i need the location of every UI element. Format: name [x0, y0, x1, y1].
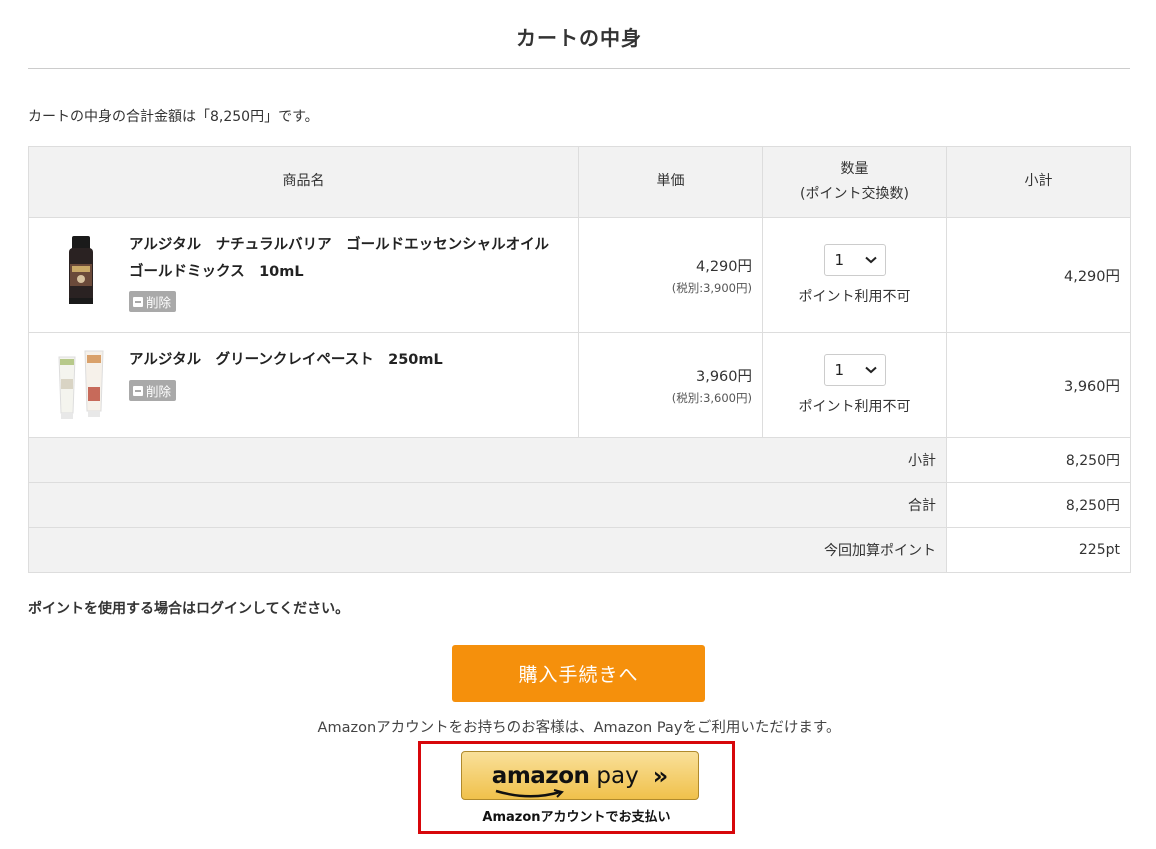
points-label: 今回加算ポイント: [28, 527, 947, 573]
double-chevron-right-icon: »: [652, 761, 669, 790]
quantity-select[interactable]: 1: [823, 244, 886, 276]
delete-label: 削除: [146, 295, 172, 310]
points-value: 225pt: [946, 527, 1131, 573]
amazon-pay-button[interactable]: amazon pay »: [461, 751, 699, 800]
header-product-name: 商品名: [28, 146, 579, 218]
header-quantity: 数量 (ポイント交換数): [762, 146, 947, 218]
pay-wordmark: pay: [596, 762, 639, 789]
cart-item-row: アルジタル ナチュラルバリア ゴールドエッセンシャルオイル ゴールドミックス 1…: [28, 217, 1131, 333]
title-divider: [28, 68, 1130, 69]
unit-price-cell: 3,960円 (税別:3,600円): [578, 332, 763, 438]
header-quantity-label: 数量: [840, 160, 869, 177]
product-image-clay-tubes[interactable]: [53, 349, 109, 421]
subtotal-label: 小計: [28, 437, 947, 483]
minus-icon: [133, 296, 143, 307]
delete-label: 削除: [146, 384, 172, 399]
quantity-value: 1: [834, 361, 845, 379]
unit-price: 3,960円: [695, 368, 752, 385]
quantity-cell: 1 ポイント利用不可: [762, 332, 947, 438]
product-name[interactable]: アルジタル ナチュラルバリア ゴールドエッセンシャルオイル ゴールドミックス 1…: [129, 232, 564, 286]
total-label: 合計: [28, 482, 947, 528]
subtotal-row: 小計 8,250円: [28, 437, 1131, 483]
product-cell: アルジタル ナチュラルバリア ゴールドエッセンシャルオイル ゴールドミックス 1…: [28, 217, 579, 333]
header-unit-price: 単価: [578, 146, 763, 218]
minus-icon: [133, 385, 143, 396]
login-note: ポイントを使用する場合はログインしてください。: [28, 601, 350, 617]
cart-item-row: アルジタル グリーンクレイペースト 250mL 削除 3,960円 (税別:3,…: [28, 332, 1131, 438]
amazon-pay-highlight: amazon pay » Amazonアカウントでお支払い: [418, 741, 735, 834]
unit-price: 4,290円: [695, 258, 752, 275]
page-title: カートの中身: [516, 26, 642, 50]
checkout-button[interactable]: 購入手続きへ: [452, 645, 705, 702]
amazon-pay-caption: Amazonアカウントでお支払い: [482, 810, 671, 825]
subtotal-value: 8,250円: [946, 437, 1131, 483]
unit-price-tax-excluded: (税別:3,900円): [671, 280, 752, 295]
chevron-down-icon: [864, 366, 877, 374]
chevron-down-icon: [864, 256, 877, 264]
item-subtotal: 3,960円: [946, 332, 1131, 438]
product-name[interactable]: アルジタル グリーンクレイペースト 250mL: [129, 347, 564, 374]
cart-summary-text: カートの中身の合計金額は「8,250円」です。: [28, 109, 319, 125]
item-subtotal: 4,290円: [946, 217, 1131, 333]
amazon-smile-icon: [495, 788, 564, 798]
points-row: 今回加算ポイント 225pt: [28, 527, 1131, 573]
delete-button[interactable]: 削除: [129, 380, 177, 401]
header-subtotal: 小計: [946, 146, 1131, 218]
header-quantity-sublabel: (ポイント交換数): [800, 186, 909, 202]
points-note: ポイント利用不可: [798, 289, 911, 305]
table-header-row: 商品名 単価 数量 (ポイント交換数) 小計: [28, 146, 1131, 218]
unit-price-cell: 4,290円 (税別:3,900円): [578, 217, 763, 333]
quantity-select[interactable]: 1: [823, 354, 886, 386]
product-image-oil-bottle[interactable]: [53, 236, 109, 308]
total-row: 合計 8,250円: [28, 482, 1131, 528]
amazon-pay-note: Amazonアカウントをお持ちのお客様は、Amazon Payをご利用いただけま…: [317, 720, 841, 736]
points-note: ポイント利用不可: [798, 399, 911, 415]
amazon-wordmark: amazon: [491, 762, 590, 789]
unit-price-tax-excluded: (税別:3,600円): [671, 390, 752, 405]
cart-table: 商品名 単価 数量 (ポイント交換数) 小計 アルジタル ナチュラルバリア ゴー…: [28, 146, 1131, 573]
total-value: 8,250円: [946, 482, 1131, 528]
quantity-value: 1: [834, 251, 845, 269]
delete-button[interactable]: 削除: [129, 291, 177, 312]
amazon-pay-logo: amazon pay: [491, 762, 639, 798]
quantity-cell: 1 ポイント利用不可: [762, 217, 947, 333]
product-cell: アルジタル グリーンクレイペースト 250mL 削除: [28, 332, 579, 438]
